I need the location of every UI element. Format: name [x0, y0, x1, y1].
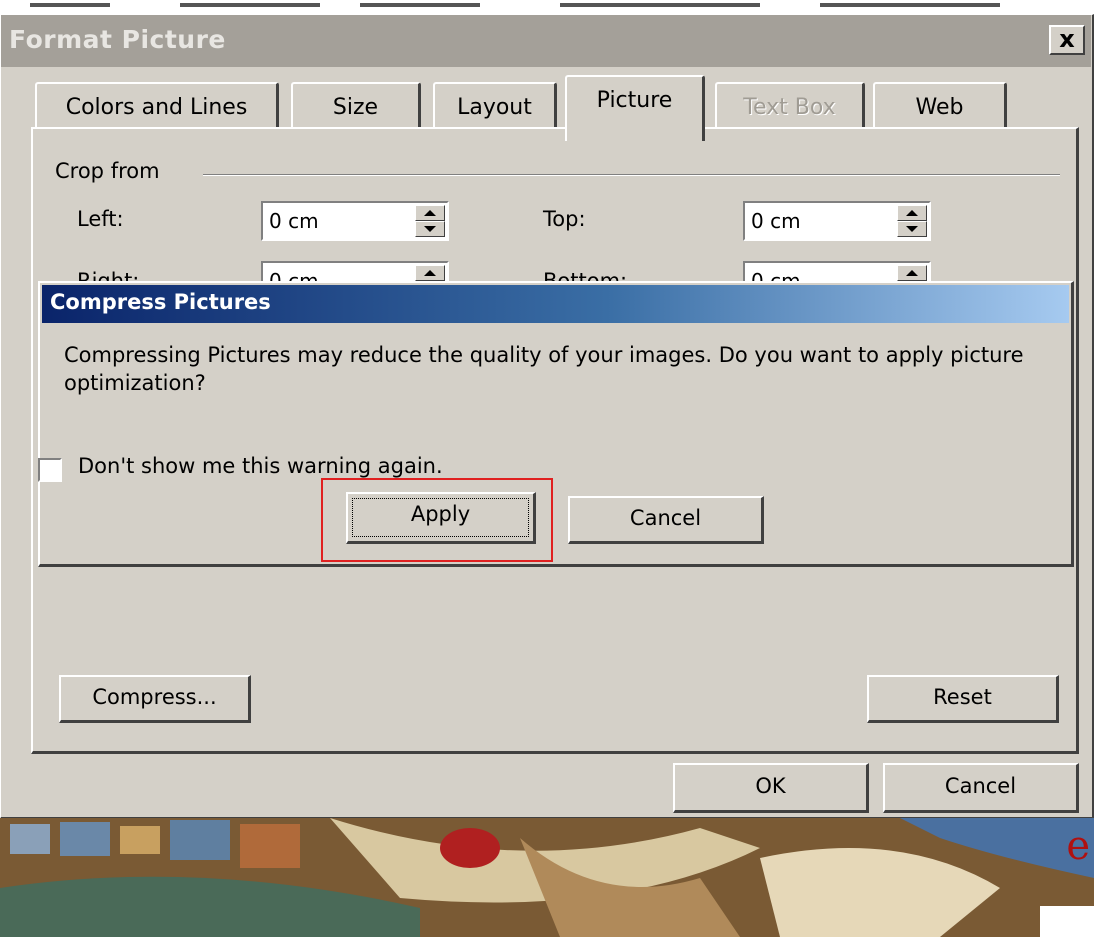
spin-up-icon[interactable] — [897, 265, 927, 281]
spin-down-icon[interactable] — [415, 221, 445, 237]
brand-logo-letter: e — [1066, 823, 1090, 869]
reset-button[interactable]: Reset — [867, 675, 1059, 723]
compress-warning-message: Compressing Pictures may reduce the qual… — [64, 343, 1024, 395]
close-button[interactable]: x — [1049, 25, 1085, 55]
spin-up-icon[interactable] — [897, 205, 927, 221]
background-artwork — [0, 818, 1094, 937]
crop-left-value: 0 cm — [269, 209, 319, 233]
crop-top-spinner[interactable]: 0 cm — [743, 201, 931, 241]
highlight-annotation — [321, 478, 553, 562]
dialog-title: Format Picture — [9, 25, 226, 54]
dont-show-again-label[interactable]: Don't show me this warning again. — [78, 454, 443, 478]
reset-button-label: Reset — [933, 685, 992, 709]
crop-left-spinner[interactable]: 0 cm — [261, 201, 449, 241]
left-label: Left: — [77, 207, 124, 231]
cancel-button[interactable]: Cancel — [883, 763, 1079, 813]
compress-cancel-button[interactable]: Cancel — [568, 496, 764, 544]
dont-show-again-checkbox[interactable] — [38, 458, 62, 482]
ok-button[interactable]: OK — [673, 763, 869, 813]
tab-label: Text Box — [743, 95, 836, 120]
spin-up-icon[interactable] — [415, 205, 445, 221]
top-label: Top: — [543, 207, 586, 231]
spin-down-icon[interactable] — [897, 221, 927, 237]
tab-label: Colors and Lines — [65, 95, 248, 120]
tab-label: Layout — [457, 95, 532, 120]
group-divider — [203, 174, 1060, 176]
compress-pictures-titlebar[interactable]: Compress Pictures — [42, 285, 1069, 323]
close-icon: x — [1059, 25, 1075, 53]
compress-cancel-button-label: Cancel — [629, 506, 702, 530]
ok-button-label: OK — [755, 774, 786, 798]
compress-button-label: Compress... — [92, 685, 217, 709]
tab-label: Web — [915, 95, 964, 120]
tab-label: Picture — [596, 88, 673, 113]
format-picture-titlebar[interactable]: Format Picture x — [1, 15, 1091, 67]
tab-picture[interactable]: Picture — [565, 75, 705, 141]
background-document-strip — [0, 0, 1094, 12]
tab-label: Size — [332, 95, 379, 120]
compress-button[interactable]: Compress... — [59, 675, 251, 723]
spin-up-icon[interactable] — [415, 265, 445, 281]
cancel-button-label: Cancel — [944, 774, 1017, 798]
crop-top-value: 0 cm — [751, 209, 801, 233]
artwork-image — [0, 818, 1094, 937]
compress-pictures-dialog: Compress Pictures Compressing Pictures m… — [38, 281, 1074, 567]
compress-dialog-title: Compress Pictures — [50, 290, 271, 314]
crop-group-label: Crop from — [55, 159, 168, 183]
